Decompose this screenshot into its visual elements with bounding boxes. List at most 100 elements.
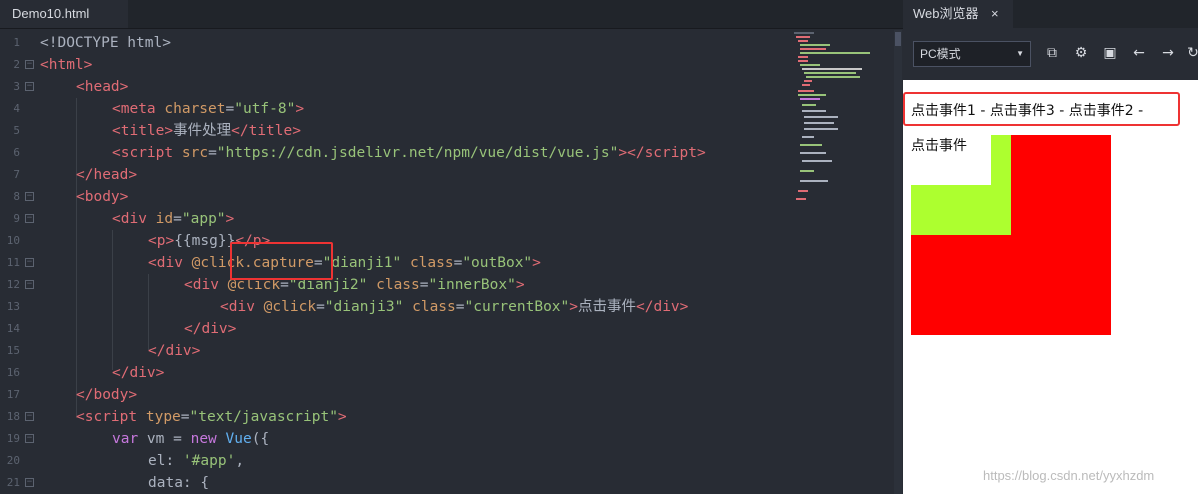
browser-tab-bar: Web浏览器 × [903,0,1198,28]
text-node: 点击事件 [578,299,636,315]
identifier: vm = [138,431,191,447]
editor-scrollbar[interactable] [894,30,902,494]
fold-toggle-icon[interactable]: − [25,280,34,289]
line-number: 7 [13,168,20,181]
chevron-down-icon: ▼ [1016,49,1024,58]
browser-tab[interactable]: Web浏览器 × [903,0,1013,28]
attr-value: "innerBox" [428,277,516,293]
tag-name: script [84,409,138,425]
tag-name: body [84,189,120,205]
fold-toggle-icon[interactable]: − [25,258,34,267]
fold-toggle-icon[interactable]: − [25,82,34,91]
attr-value: "dianji1" [322,255,402,271]
string-literal: '#app' [182,453,236,469]
editor-tab-demo10[interactable]: Demo10.html [0,0,128,28]
line-number: 11 [6,256,20,269]
attr-value: "app" [181,211,226,227]
device-mode-select[interactable]: PC模式 ▼ [913,41,1031,67]
out-box[interactable]: 点击事件 [911,135,1111,335]
code-line-15: </div> [148,343,201,359]
watermark: https://blog.csdn.net/yyxhzdm [983,468,1155,483]
tag-name: /head [84,167,129,183]
browser-tab-label: Web浏览器 [913,6,979,21]
line-number: 14 [6,322,20,335]
fold-toggle-icon[interactable]: − [25,192,34,201]
fold-toggle-icon[interactable]: − [25,60,34,69]
tag-bracket: > [83,57,93,73]
code-line-18: <script type="text/javascript"> [76,409,347,425]
forward-arrow-icon[interactable]: → [1159,44,1177,62]
code-line-19: var vm = new Vue({ [112,428,269,450]
code-line-1: <!DOCTYPE html> [40,32,171,54]
indent-guide [76,98,77,418]
code-line-3: <head> [76,79,129,95]
line-number: 17 [6,388,20,401]
code-line-17: </body> [76,387,138,403]
code-line-8: <body> [76,189,129,205]
console-icon[interactable]: ▣ [1101,44,1119,62]
gear-icon[interactable]: ⚙ [1072,44,1090,62]
object-key: data: { [148,475,210,491]
device-mode-value: PC模式 [920,47,961,61]
line-number: 12 [6,278,20,291]
attr-name: id [155,211,174,227]
tag-name: div [120,211,147,227]
tag-name: title [120,123,165,139]
code-line-4: <meta charset="utf-8"> [112,101,305,117]
identifier: Vue [216,431,252,447]
capture-highlight-box [230,242,333,280]
code-line-6: <script src="https://cdn.jsdelivr.net/np… [112,145,706,161]
current-box[interactable]: 点击事件 [911,135,991,185]
line-number: 20 [6,454,20,467]
line-number: 3 [13,80,20,93]
open-external-icon[interactable]: ⧉ [1043,44,1061,62]
code-line-16: </div> [112,365,165,381]
line-number: 4 [13,102,20,115]
close-icon[interactable]: × [991,0,999,28]
line-number: 10 [6,234,20,247]
text-node: {{msg}} [174,233,236,249]
refresh-icon[interactable]: ↻ [1184,44,1198,62]
fold-toggle-icon[interactable]: − [25,478,34,487]
code-editor[interactable]: Demo10.html 1 2 3 4 5 6 7 8 9 10 11 12 1… [0,0,903,494]
tag-name: meta [120,101,156,117]
message-highlight-box [903,92,1180,126]
line-number: 21 [6,476,20,489]
doctype-token: <!DOCTYPE html> [40,35,171,51]
tag-name: html [48,57,84,73]
code-minimap[interactable] [794,30,894,210]
attr-name: class [376,277,420,293]
code-line-13: <div @click="dianji3" class="currentBox"… [220,299,689,315]
code-line-20: el: '#app', [148,450,244,472]
tag-name: div [156,255,183,271]
tag-name: /div [156,343,192,359]
tag-name: script [120,145,174,161]
tag-bracket: < [40,57,49,73]
tag-name: script [644,145,697,161]
fold-toggle-icon[interactable]: − [25,434,34,443]
page-viewport: 点击事件1 - 点击事件3 - 点击事件2 - 点击事件 https://blo… [903,80,1198,494]
scrollbar-thumb[interactable] [895,32,901,46]
code-line-11: <div @click.capture="dianji1" class="out… [148,255,541,271]
web-browser-panel: Web浏览器 × PC模式 ▼ ⧉ ⚙ ▣ ← → ↻ 点击事件1 - 点击事件… [903,0,1198,494]
tag-name: /div [192,321,228,337]
inner-box[interactable]: 点击事件 [911,135,1011,235]
line-number: 13 [6,300,20,313]
punctuation: ({ [251,431,270,447]
tag-name: /div [644,299,680,315]
browser-toolbar: PC模式 ▼ ⧉ ⚙ ▣ ← → ↻ [903,28,1198,80]
text-node: 事件处理 [173,123,232,139]
code-line-5: <title>事件处理</title> [112,123,301,139]
line-number: 8 [13,190,20,203]
tag-name: title [248,123,293,139]
line-number: 5 [13,124,20,137]
back-arrow-icon[interactable]: ← [1130,44,1148,62]
line-number: 15 [6,344,20,357]
code-line-21: data: { [148,472,209,494]
tag-name: /body [84,387,129,403]
fold-toggle-icon[interactable]: − [25,214,34,223]
fold-toggle-icon[interactable]: − [25,412,34,421]
code-line-2: <html> [40,54,92,76]
tag-name: div [228,299,255,315]
attr-name: class [412,299,456,315]
